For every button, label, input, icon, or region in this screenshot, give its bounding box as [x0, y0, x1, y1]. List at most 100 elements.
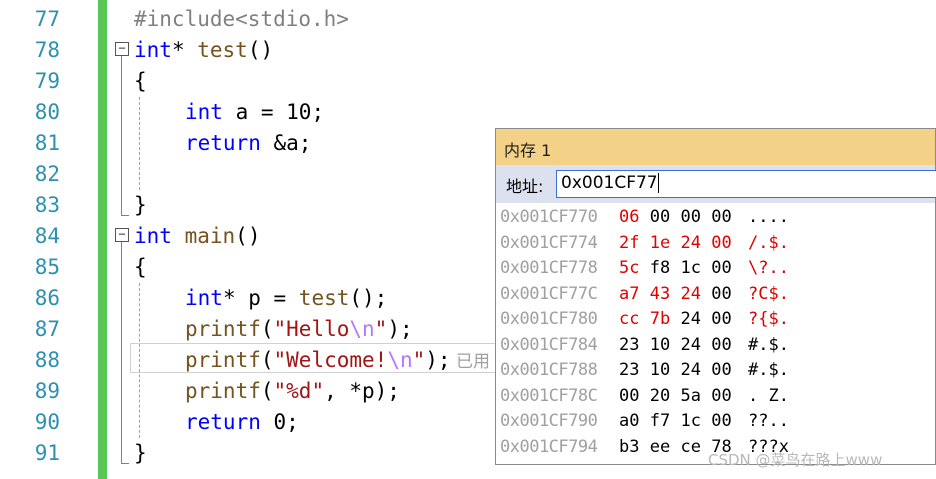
address-input[interactable]: 0x001CF77 — [556, 170, 936, 198]
memory-address: 0x001CF778 — [500, 258, 598, 278]
memory-byte: 23 — [619, 334, 640, 355]
memory-byte: 24 — [680, 360, 701, 380]
memory-byte: 00 — [711, 283, 732, 304]
memory-address-bar: 地址: 0x001CF77 — [496, 165, 936, 203]
memory-ascii: \?.. — [748, 258, 789, 278]
memory-byte: f8 — [649, 258, 671, 278]
line-number: 87 — [34, 317, 60, 341]
memory-ascii: ?C$. — [748, 283, 789, 304]
memory-row[interactable]: 0x001CF788 23 10 24 00 #.$. — [496, 358, 936, 383]
line-number: 78 — [34, 38, 60, 62]
code-line-81: return &a; — [185, 131, 312, 155]
memory-bytes: a0 f7 1c 00 — [619, 409, 732, 434]
memory-address: 0x001CF774 — [500, 232, 598, 253]
memory-byte: 43 — [649, 283, 671, 304]
memory-row[interactable]: 0x001CF778 5c f8 1c 00 \?.. — [496, 256, 936, 281]
memory-bytes: 5c f8 1c 00 — [619, 256, 732, 281]
memory-byte: 1e — [649, 232, 671, 253]
indent-guide — [139, 97, 140, 190]
memory-row[interactable]: 0x001CF78C 00 20 5a 00 . Z. — [496, 384, 936, 409]
memory-byte: b3 — [619, 436, 640, 457]
line-number: 79 — [34, 69, 60, 93]
line-number: 85 — [34, 255, 60, 279]
code-line-90: return 0; — [185, 410, 299, 434]
memory-byte: 10 — [649, 360, 671, 380]
memory-address: 0x001CF77C — [500, 283, 598, 304]
memory-bytes: 06 00 00 00 — [619, 205, 732, 230]
memory-byte: 00 — [711, 258, 732, 278]
line-number: 82 — [34, 162, 60, 186]
memory-byte: 00 — [711, 232, 732, 253]
memory-window[interactable]: 内存 1 地址: 0x001CF77 0x001CF770 06 00 00 00… — [495, 128, 936, 465]
line-number-gutter: 77 78 79 80 81 82 83 84 85 86 87 88 89 9… — [0, 0, 98, 479]
memory-address: 0x001CF790 — [500, 411, 598, 431]
memory-row[interactable]: 0x001CF780 cc 7b 24 00 ?{$. — [496, 307, 936, 332]
memory-byte: a0 — [619, 411, 640, 431]
memory-byte: 00 — [619, 385, 640, 406]
memory-bytes: 00 20 5a 00 — [619, 384, 732, 409]
memory-byte: 24 — [680, 334, 701, 355]
memory-window-title-bar[interactable]: 内存 1 — [496, 129, 935, 165]
code-line-83: } — [134, 193, 147, 217]
line-number: 77 — [34, 7, 60, 31]
memory-byte: a7 — [619, 283, 640, 304]
memory-byte: 00 — [711, 334, 732, 355]
memory-byte: 5c — [619, 258, 640, 278]
memory-byte: 2f — [619, 232, 640, 253]
memory-byte: 5a — [680, 385, 701, 406]
code-line-89: printf("%d", *p); — [185, 379, 400, 403]
collapse-toggle-main[interactable]: − — [115, 228, 129, 242]
line-number: 80 — [34, 100, 60, 124]
outline-bracket-end — [121, 463, 129, 464]
line-number: 88 — [34, 348, 60, 372]
memory-row[interactable]: 0x001CF770 06 00 00 00.... — [496, 205, 936, 230]
memory-bytes: 23 10 24 00 — [619, 358, 732, 383]
memory-bytes: cc 7b 24 00 — [619, 307, 732, 332]
memory-byte: 23 — [619, 360, 640, 380]
memory-byte: 1c — [680, 258, 701, 278]
memory-window-title: 内存 1 — [504, 141, 552, 160]
memory-address: 0x001CF784 — [500, 334, 598, 355]
memory-ascii: ??.. — [748, 411, 789, 431]
line-number: 91 — [34, 441, 60, 465]
memory-ascii: #.$. — [748, 360, 789, 380]
memory-bytes: a7 43 24 00 — [619, 282, 732, 307]
memory-byte: 10 — [649, 334, 671, 355]
memory-ascii: #.$. — [748, 334, 789, 355]
memory-byte: cc — [619, 309, 640, 329]
memory-address: 0x001CF770 — [500, 207, 598, 227]
code-line-91: } — [134, 441, 147, 465]
memory-address: 0x001CF780 — [500, 309, 598, 329]
memory-byte: 1c — [680, 411, 701, 431]
code-line-86: int* p = test(); — [185, 286, 388, 310]
memory-byte: 00 — [680, 207, 701, 227]
collapse-toggle-test[interactable]: − — [115, 42, 129, 56]
memory-ascii: .... — [748, 207, 789, 227]
include-directive: #include<stdio.h> — [134, 7, 349, 31]
outline-bracket — [121, 242, 122, 464]
outline-bracket-end — [121, 215, 129, 216]
memory-row[interactable]: 0x001CF774 2f 1e 24 00 /.$. — [496, 231, 936, 256]
code-line-77: #include<stdio.h> — [134, 4, 349, 35]
memory-byte: 00 — [711, 411, 732, 431]
memory-row[interactable]: 0x001CF784 23 10 24 00 #.$. — [496, 333, 936, 358]
line-number: 83 — [34, 193, 60, 217]
memory-byte: 20 — [649, 385, 671, 406]
memory-ascii: ?{$. — [748, 309, 789, 329]
memory-byte: ce — [680, 436, 701, 457]
memory-row[interactable]: 0x001CF77C a7 43 24 00 ?C$. — [496, 282, 936, 307]
memory-byte: 06 — [619, 207, 640, 227]
memory-row[interactable]: 0x001CF790 a0 f7 1c 00??.. — [496, 409, 936, 434]
code-line-84: int main() — [134, 224, 261, 248]
memory-bytes: 23 10 24 00 — [619, 333, 732, 358]
memory-byte: 00 — [711, 360, 732, 380]
change-tracking-bar — [98, 0, 107, 479]
memory-byte: 00 — [649, 207, 671, 227]
memory-byte: 24 — [680, 283, 701, 304]
code-line-79: { — [134, 69, 147, 93]
memory-byte: 24 — [680, 232, 701, 253]
code-line-78: int* test() — [134, 38, 274, 62]
text-caret — [657, 173, 659, 193]
memory-byte: ee — [649, 436, 671, 457]
outline-bracket — [121, 56, 122, 216]
